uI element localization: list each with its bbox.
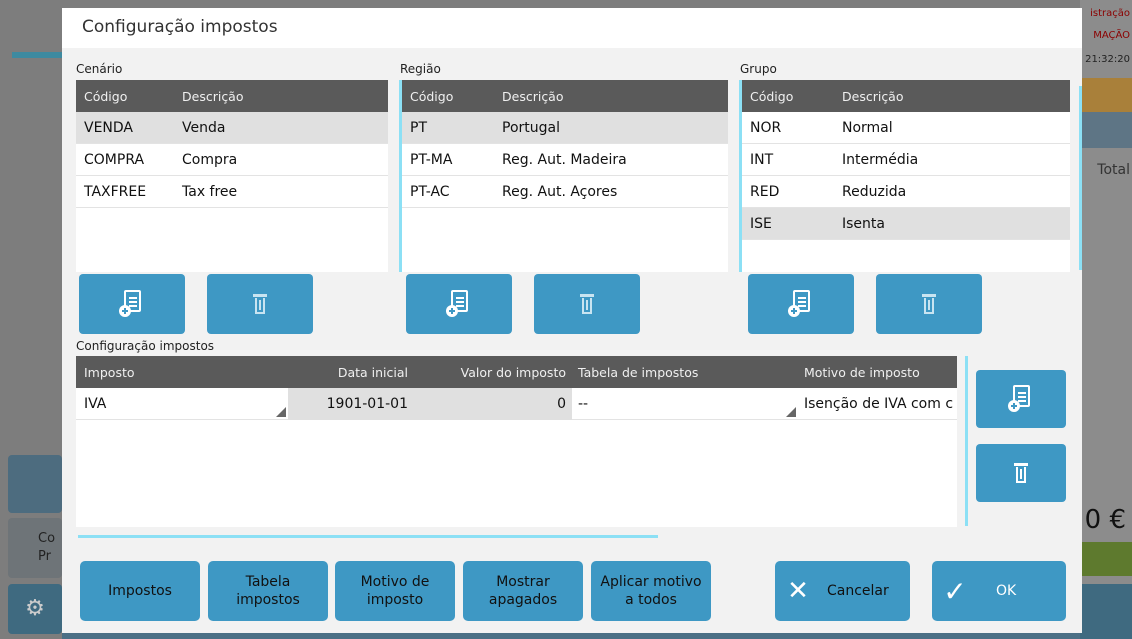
- scroll-indicator: [965, 356, 968, 526]
- table-row[interactable]: ISE Isenta: [742, 208, 1070, 240]
- add-document-icon: [119, 290, 143, 318]
- imposto-select[interactable]: IVA: [76, 388, 288, 420]
- table-header: Código Descrição: [76, 80, 388, 112]
- dropdown-corner-icon: [276, 406, 286, 417]
- trash-icon: [580, 294, 594, 314]
- motivo-imposto-button[interactable]: Motivo de imposto: [335, 561, 455, 621]
- background-orange-tile: [1080, 78, 1132, 112]
- background-amount: 0 €: [1084, 505, 1126, 535]
- config-label: Configuração impostos: [76, 339, 215, 353]
- table-row[interactable]: VENDA Venda: [76, 112, 388, 144]
- add-cenario-button[interactable]: [79, 274, 185, 334]
- background-green-tile: [1080, 542, 1132, 576]
- column-header[interactable]: Descrição: [502, 89, 564, 104]
- column-header[interactable]: Motivo de imposto: [798, 365, 920, 380]
- table-row[interactable]: PT Portugal: [402, 112, 728, 144]
- background-right-panel: istração MAÇÃO 21:32:20 Total 0 €: [1080, 0, 1132, 639]
- background-bottom-bar: [62, 633, 1080, 639]
- dropdown-corner-icon: [786, 406, 796, 417]
- add-regiao-button[interactable]: [406, 274, 512, 334]
- regiao-table: Código Descrição PT Portugal PT-MA Reg. …: [402, 80, 728, 272]
- motivo-select[interactable]: Isenção de IVA com c: [798, 388, 957, 420]
- data-inicial-field[interactable]: 1901-01-01: [288, 387, 418, 420]
- column-header[interactable]: Data inicial: [288, 365, 418, 380]
- trash-icon: [253, 294, 267, 314]
- add-document-icon: [788, 290, 812, 318]
- tabela-select[interactable]: --: [572, 388, 798, 420]
- table-row[interactable]: TAXFREE Tax free: [76, 176, 388, 208]
- checkmark-icon: ✓: [943, 574, 967, 608]
- background-left-panel: Co Pr ⚙: [0, 0, 62, 639]
- delete-cenario-button[interactable]: [207, 274, 313, 334]
- scroll-indicator: [1079, 86, 1082, 270]
- add-document-icon: [446, 290, 470, 318]
- cenario-label: Cenário: [76, 62, 123, 76]
- background-accent-bar: [12, 52, 62, 58]
- column-header[interactable]: Descrição: [842, 89, 904, 104]
- table-row[interactable]: COMPRA Compra: [76, 144, 388, 176]
- background-tile: [8, 455, 62, 513]
- table-header: Código Descrição: [742, 80, 1070, 112]
- background-label: istração: [1090, 8, 1130, 19]
- horizontal-scrollbar[interactable]: [78, 535, 658, 538]
- tabela-impostos-button[interactable]: Tabela impostos: [208, 561, 328, 621]
- delete-config-button[interactable]: [976, 444, 1066, 502]
- add-config-button[interactable]: [976, 370, 1066, 428]
- column-header[interactable]: Descrição: [182, 89, 244, 104]
- impostos-button[interactable]: Impostos: [80, 561, 200, 621]
- close-icon: ✕: [787, 576, 809, 606]
- grupo-table: Código Descrição NOR Normal INT Interméd…: [742, 80, 1070, 272]
- add-document-icon: [1008, 385, 1032, 413]
- background-tile-text: Co Pr: [8, 518, 62, 578]
- column-header[interactable]: Código: [76, 89, 182, 104]
- table-row[interactable]: PT-AC Reg. Aut. Açores: [402, 176, 728, 208]
- trash-icon: [922, 294, 936, 314]
- table-row[interactable]: INT Intermédia: [742, 144, 1070, 176]
- cenario-table: Código Descrição VENDA Venda COMPRA Comp…: [76, 80, 388, 272]
- column-header[interactable]: Código: [402, 89, 502, 104]
- background-teal-tile: [1080, 584, 1132, 639]
- tax-config-dialog: Configuração impostos Cenário Código Des…: [62, 8, 1082, 633]
- gear-icon: ⚙: [8, 584, 62, 634]
- column-header[interactable]: Código: [742, 89, 842, 104]
- delete-grupo-button[interactable]: [876, 274, 982, 334]
- table-row[interactable]: RED Reduzida: [742, 176, 1070, 208]
- ok-button[interactable]: ✓ OK: [932, 561, 1066, 621]
- grupo-label: Grupo: [740, 62, 777, 76]
- table-row[interactable]: PT-MA Reg. Aut. Madeira: [402, 144, 728, 176]
- cancel-button[interactable]: ✕ Cancelar: [775, 561, 910, 621]
- column-header[interactable]: Valor do imposto: [418, 365, 572, 380]
- dialog-title: Configuração impostos: [62, 8, 1082, 48]
- add-grupo-button[interactable]: [748, 274, 854, 334]
- table-header: Código Descrição: [402, 80, 728, 112]
- background-blue-tile: [1080, 112, 1132, 148]
- delete-regiao-button[interactable]: [534, 274, 640, 334]
- valor-field[interactable]: 0: [418, 387, 572, 420]
- table-row[interactable]: NOR Normal: [742, 112, 1070, 144]
- aplicar-motivo-button[interactable]: Aplicar motivo a todos: [591, 561, 711, 621]
- background-total-label: Total: [1097, 162, 1130, 178]
- config-table: Imposto Data inicial Valor do imposto Ta…: [76, 356, 957, 527]
- background-label: MAÇÃO: [1093, 30, 1130, 41]
- background-time: 21:32:20: [1085, 54, 1130, 65]
- mostrar-apagados-button[interactable]: Mostrar apagados: [463, 561, 583, 621]
- column-header[interactable]: Imposto: [76, 365, 288, 380]
- regiao-label: Região: [400, 62, 441, 76]
- table-row[interactable]: IVA 1901-01-01 0 -- Isenção de IVA com c: [76, 387, 957, 420]
- column-header[interactable]: Tabela de impostos: [572, 365, 798, 380]
- table-header: Imposto Data inicial Valor do imposto Ta…: [76, 356, 957, 388]
- trash-icon: [1014, 463, 1028, 483]
